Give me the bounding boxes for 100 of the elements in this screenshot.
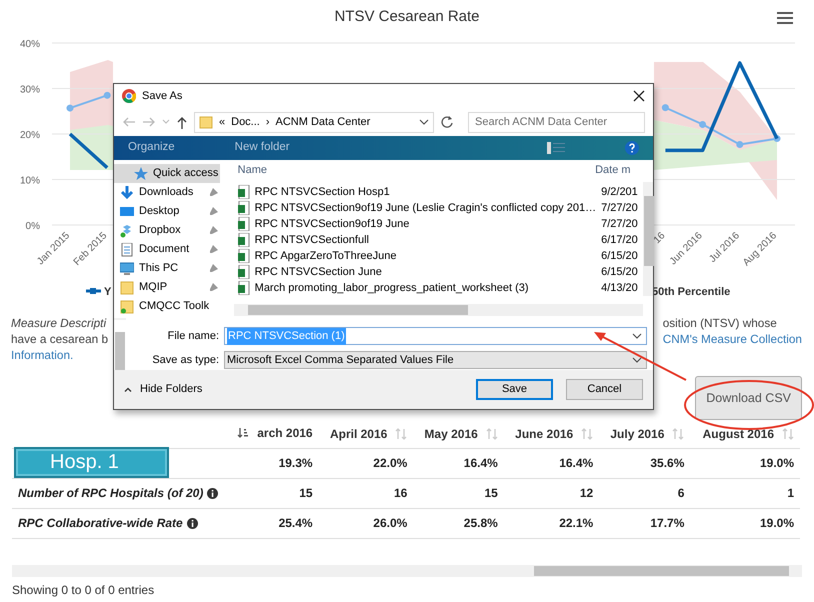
table-cell: 26.0% — [318, 508, 414, 538]
nav-item[interactable]: This PC — [114, 259, 220, 278]
nav-item[interactable]: Document — [114, 240, 220, 259]
pin-icon — [208, 226, 218, 235]
data-point — [66, 104, 74, 112]
up-icon[interactable] — [176, 116, 188, 128]
scrollbar-thumb[interactable] — [248, 305, 468, 315]
table-cell: 25.8% — [413, 508, 504, 538]
nav-label: Quick access — [153, 166, 218, 182]
sort-icon[interactable] — [581, 428, 594, 440]
hospital-label: Hosp. 1 — [14, 447, 169, 478]
address-bar[interactable]: « Doc... › ACNM Data Center — [194, 112, 434, 132]
column-header[interactable]: Name — [238, 162, 596, 178]
computer-icon — [120, 262, 134, 276]
legend-marker-icon — [86, 288, 101, 294]
file-row[interactable]: March promoting_labor_progress_patient_worksheet (3) 4/13/20 — [234, 280, 644, 296]
download-csv-button[interactable]: Download CSV — [695, 376, 802, 420]
refresh-icon[interactable] — [440, 115, 454, 129]
sort-icon[interactable] — [782, 428, 794, 440]
axis-label: 30% — [20, 84, 40, 96]
table-cell: 6 — [599, 478, 690, 508]
chevron-down-icon[interactable] — [632, 356, 642, 363]
pin-icon — [208, 283, 218, 292]
column-header[interactable]: July 2016 — [610, 424, 664, 443]
table-cell: 15 — [413, 478, 504, 508]
synced-folder-icon — [120, 300, 134, 314]
data-point — [736, 140, 744, 148]
toolbar-button[interactable]: Organize — [128, 139, 175, 157]
forward-icon[interactable] — [142, 116, 156, 128]
nav-label: Dropbox — [139, 223, 181, 238]
table-cell: 16.4% — [504, 448, 600, 478]
menu-icon[interactable] — [777, 12, 793, 24]
link-text[interactable]: Information. — [11, 347, 108, 363]
back-icon[interactable] — [122, 116, 136, 128]
folder-icon — [120, 280, 134, 294]
info-icon[interactable] — [207, 488, 218, 498]
sort-icon[interactable] — [395, 428, 408, 440]
file-row[interactable]: RPC NTSVCSection9of19 June (Leslie Cragin's conflicted copy 201… 7/27/20 — [234, 200, 644, 216]
dropdown-icon[interactable] — [162, 119, 170, 125]
spreadsheet-file-icon — [238, 217, 250, 231]
file-row[interactable]: RPC NTSVCSection9of19 June 7/27/20 — [234, 216, 644, 232]
nav-item[interactable]: Quick access — [114, 164, 220, 183]
description-text: Measure Descripti — [11, 315, 108, 331]
legend-label[interactable]: Y — [104, 286, 112, 298]
file-date: 6/15/20 — [601, 248, 639, 264]
file-date: 6/15/20 — [601, 264, 639, 280]
column-header[interactable]: May 2016 — [424, 424, 478, 443]
view-options-icon[interactable] — [547, 142, 565, 154]
sort-icon[interactable] — [672, 428, 684, 440]
nav-item[interactable]: Desktop — [114, 202, 220, 221]
nav-item[interactable]: CMQCC Toolk — [114, 297, 220, 316]
data-point — [104, 92, 111, 99]
column-header[interactable]: August 2016 — [702, 424, 774, 443]
search-field[interactable]: Search ACNM Data Center — [468, 112, 645, 132]
chevron-down-icon[interactable] — [632, 333, 642, 340]
file-row[interactable]: RPC NTSVCSectionfull 6/17/20 — [234, 232, 644, 248]
dialog-button[interactable]: Save — [476, 379, 553, 400]
row-label: Number of RPC Hospitals (of 20) — [18, 485, 204, 502]
breadcrumb-item[interactable]: Doc... — [231, 114, 260, 130]
table-cell: 19.0% — [690, 448, 800, 478]
file-row[interactable]: RPC ApgarZeroToThreeJune 6/15/20 — [234, 248, 644, 264]
nav-item[interactable]: Downloads — [114, 183, 220, 202]
column-header[interactable]: June 2016 — [515, 424, 574, 443]
info-icon[interactable] — [186, 518, 198, 528]
sort-descending-icon[interactable] — [237, 426, 250, 439]
row-label: RPC Collaborative-wide Rate — [18, 515, 183, 532]
hide-folders-button[interactable]: Hide Folders — [124, 381, 202, 398]
vertical-scrollbar[interactable] — [643, 182, 653, 296]
link-text[interactable]: CNM's Measure Collection — [662, 331, 802, 347]
file-type-dropdown[interactable]: Microsoft Excel Comma Separated Values File — [224, 350, 647, 369]
scrollbar-thumb[interactable] — [534, 566, 789, 576]
column-header[interactable]: April 2016 — [330, 424, 388, 443]
file-name: March promoting_labor_progress_patient_worksheet (3) — [254, 280, 530, 296]
pin-icon — [208, 188, 218, 197]
dialog-title: Save As — [142, 88, 182, 104]
axis-label: 20% — [20, 130, 40, 141]
help-icon[interactable] — [625, 141, 639, 155]
close-icon[interactable] — [633, 90, 645, 102]
file-row[interactable]: RPC NTSVCSection Hosp1 9/2/201 — [234, 184, 644, 200]
toolbar-button[interactable]: New folder — [234, 139, 290, 157]
table-cell: 15 — [226, 478, 319, 508]
nav-item[interactable]: MQIP — [114, 278, 220, 297]
column-header[interactable]: arch 2016 — [257, 424, 313, 442]
chevron-down-icon[interactable] — [419, 119, 429, 125]
scrollbar-thumb[interactable] — [644, 196, 654, 266]
spreadsheet-file-icon — [238, 265, 250, 279]
data-point — [662, 104, 669, 112]
sort-icon[interactable] — [486, 428, 498, 440]
spreadsheet-file-icon — [238, 249, 250, 263]
column-header[interactable]: Date m — [595, 162, 644, 178]
dialog-button[interactable]: Cancel — [566, 379, 643, 400]
nav-item[interactable]: Dropbox — [114, 221, 220, 240]
file-row[interactable]: RPC NTSVCSection June 6/15/20 — [234, 264, 644, 280]
spreadsheet-file-icon — [238, 201, 250, 215]
breadcrumb-item[interactable]: ACNM Data Center — [276, 114, 370, 130]
horizontal-scrollbar[interactable] — [234, 304, 644, 316]
table-cell: 17.7% — [599, 508, 690, 538]
scrollbar-thumb[interactable] — [115, 332, 125, 370]
axis-label: 16 — [652, 230, 668, 246]
horizontal-scrollbar[interactable] — [12, 564, 802, 576]
